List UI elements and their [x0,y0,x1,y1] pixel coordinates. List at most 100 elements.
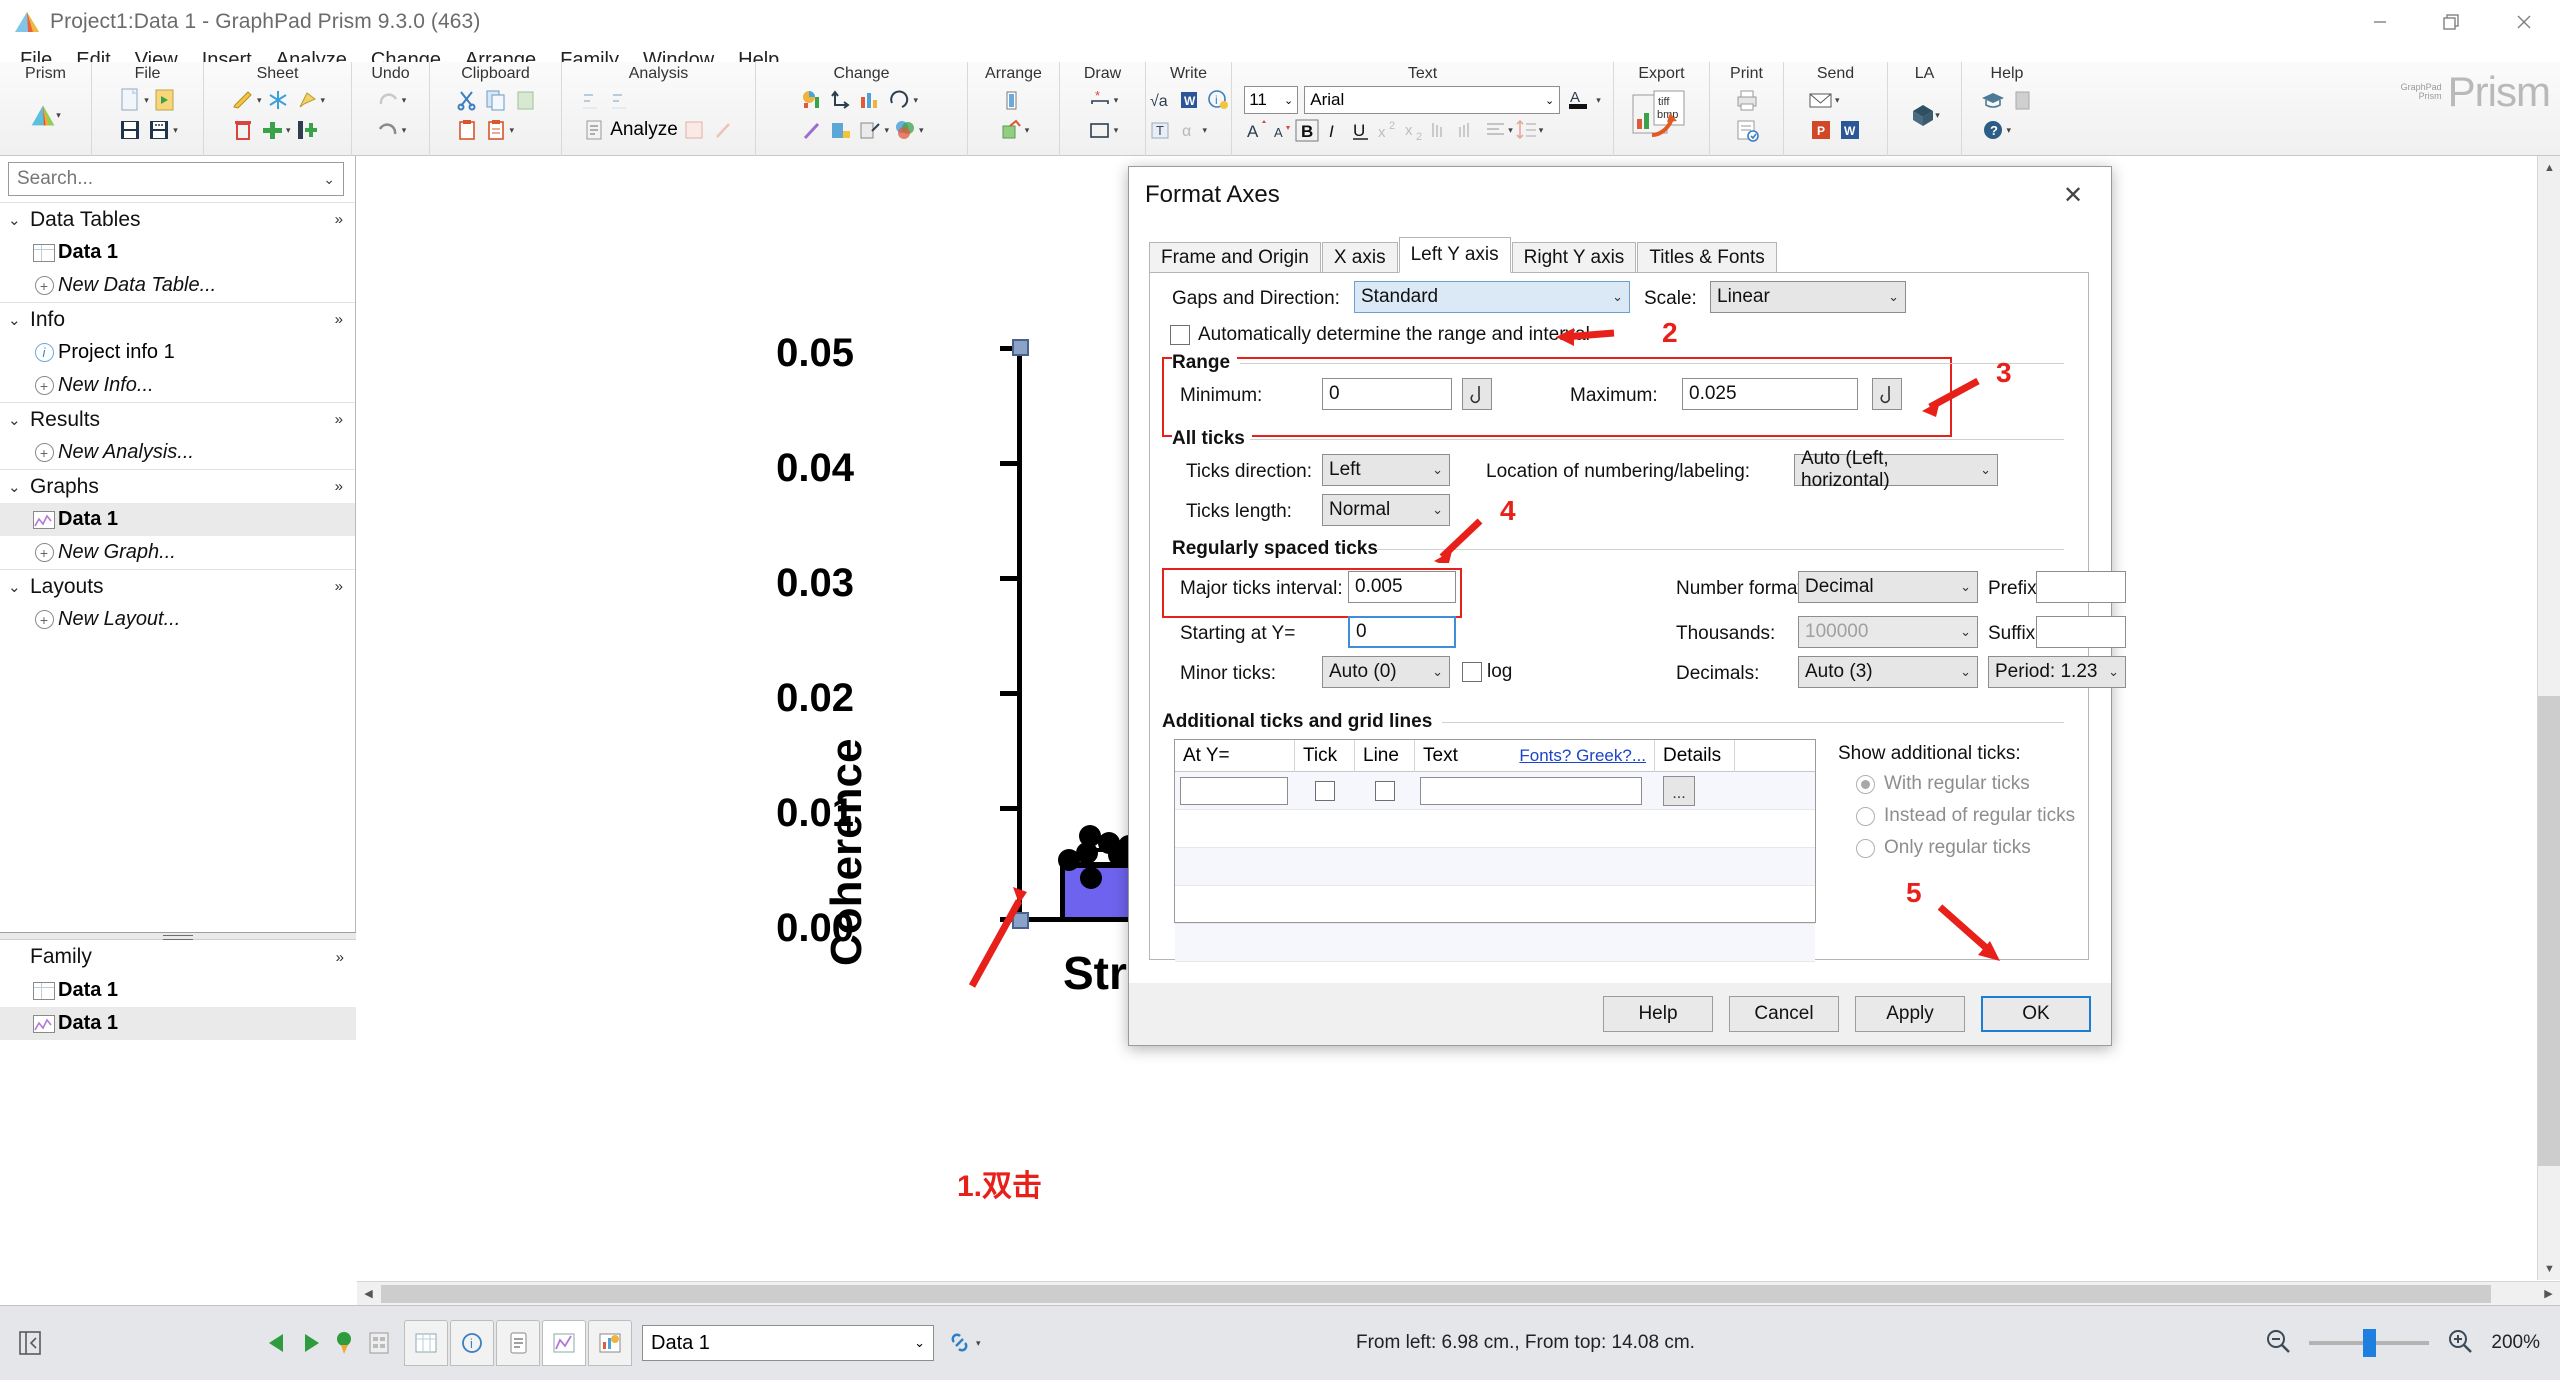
row-tick-checkbox[interactable] [1315,780,1335,801]
horizontal-scrollbar[interactable]: ◀ ▶ [357,1281,2560,1305]
new-file-icon[interactable] [117,88,143,112]
sidebar-section-results[interactable]: ⌄ Results » [0,402,355,436]
pin-caret-icon[interactable]: ▾ [321,95,326,106]
text-box-icon[interactable]: T [1147,118,1173,142]
additional-ticks-row[interactable] [1175,810,1815,848]
number-format-combo[interactable]: Decimal ⌄ [1798,571,1978,603]
zoom-slider[interactable] [2309,1329,2430,1357]
resize-graph-icon[interactable] [857,118,883,142]
chevron-down-icon[interactable]: ⌄ [8,311,30,329]
graduation-cap-icon[interactable] [1980,88,2006,112]
link-caret-icon[interactable]: ▾ [976,1338,981,1349]
highlighter-icon[interactable] [230,88,256,112]
change-colors-icon[interactable] [828,118,854,142]
gaps-direction-combo[interactable]: Standard ⌄ [1354,281,1630,313]
zoom-in-icon[interactable] [2447,1328,2473,1359]
chevron-down-icon[interactable]: ⌄ [1960,664,1971,680]
additional-ticks-table[interactable]: At Y= Tick Line Text Fonts? Greek?... De… [1174,739,1816,962]
asterisk-caret-icon[interactable]: ▾ [1114,95,1119,106]
chevron-down-icon[interactable]: ⌄ [8,211,30,229]
major-ticks-interval-input[interactable]: 0.005 [1348,571,1456,603]
font-size-combo[interactable]: 11 ⌄ [1244,86,1299,114]
sidebar-item-project-info-1[interactable]: i Project info 1 [0,336,355,369]
increase-font-icon[interactable]: A [1244,118,1270,142]
sheet-tab-info[interactable]: i [450,1320,494,1366]
change-bars-icon[interactable] [857,88,883,112]
maximum-input[interactable]: 0.025 [1682,378,1858,410]
insert-column-icon[interactable] [294,118,320,142]
underline-icon[interactable]: U [1348,118,1374,142]
previous-sheet-button[interactable] [260,1326,294,1360]
chevron-down-icon[interactable]: ⌄ [8,578,30,596]
align-icon[interactable] [998,88,1024,112]
sidebar-item-new-graph[interactable]: + New Graph... [0,536,355,569]
chevron-down-icon[interactable]: ⌄ [1888,289,1899,305]
help-button[interactable]: Help [1603,996,1713,1032]
radio-button-icon[interactable] [1856,774,1875,794]
auto-range-row[interactable]: Automatically determine the range and in… [1170,324,1590,346]
minimum-input[interactable]: 0 [1322,378,1452,410]
sidebar-item-data-table-data-1[interactable]: Data 1 [0,236,355,269]
chevron-down-icon[interactable]: ⌄ [2108,664,2119,680]
vertical-scrollbar[interactable]: ▲ ▼ [2537,156,2560,1280]
add-sheet-icon[interactable] [259,118,285,142]
chevron-down-icon[interactable]: ⌄ [323,171,335,188]
tab-left-y-axis[interactable]: Left Y axis [1398,237,1511,273]
save-as-icon[interactable] [146,118,172,142]
axis-handle-top[interactable] [1012,339,1029,356]
email-caret-icon[interactable]: ▾ [1835,95,1840,106]
expand-more-icon[interactable]: » [335,211,343,228]
sidebar-item-new-data-table[interactable]: + New Data Table... [0,269,355,302]
greek-alpha-icon[interactable]: α [1176,118,1202,142]
arrange-caret-icon[interactable]: ▾ [1025,125,1030,136]
freeze-icon[interactable] [265,88,291,112]
italic-icon[interactable]: I [1321,118,1347,142]
next-sheet-button[interactable] [294,1326,328,1360]
family-item-graph[interactable]: Data 1 [0,1007,356,1040]
search-input[interactable]: Search... ⌄ [8,162,344,196]
expand-more-icon[interactable]: » [335,311,343,328]
cut-icon[interactable] [454,88,480,112]
additional-ticks-row[interactable] [1175,886,1815,924]
link-icon[interactable] [944,1326,978,1360]
decimals-combo[interactable]: Auto (3) ⌄ [1798,656,1978,688]
magic-wand-icon[interactable] [799,118,825,142]
analyze-icon[interactable] [581,118,607,142]
fonts-greek-link[interactable]: Fonts? Greek?... [1519,746,1646,766]
location-numbering-combo[interactable]: Auto (Left, horizontal) ⌄ [1794,448,1998,491]
shape-caret-icon[interactable]: ▾ [1114,125,1119,136]
print-preview-icon[interactable] [1734,118,1760,142]
la-cube-icon[interactable] [1909,103,1935,127]
sheet-selector-combo[interactable]: Data 1 ⌄ [642,1325,934,1361]
question-help-icon[interactable]: ? [1980,118,2006,142]
find-sheet-button[interactable] [328,1326,362,1360]
zoom-out-icon[interactable] [2265,1328,2291,1359]
row-text-input[interactable] [1420,776,1642,805]
tab-frame-and-origin[interactable]: Frame and Origin [1149,242,1321,273]
scale-combo[interactable]: Linear ⌄ [1710,281,1906,313]
expand-more-icon[interactable]: » [336,949,344,966]
minimum-hook-button[interactable] [1462,378,1492,410]
chevron-down-icon[interactable]: ⌄ [1432,664,1443,680]
vertical-scroll-thumb[interactable] [2538,696,2560,1166]
font-color-icon[interactable]: A [1566,88,1592,112]
tab-titles-and-fonts[interactable]: Titles & Fonts [1637,242,1777,273]
auto-range-checkbox[interactable] [1170,325,1190,345]
expand-more-icon[interactable]: » [335,411,343,428]
radio-only-regular-ticks[interactable]: Only regular ticks [1856,837,2031,859]
sidebar-section-info[interactable]: ⌄ Info » [0,302,355,336]
sqrt-icon[interactable]: √a [1147,88,1173,112]
transpose-icon[interactable] [828,88,854,112]
paste-special-icon[interactable] [512,88,538,112]
sidebar-section-data-tables[interactable]: ⌄ Data Tables » [0,202,355,236]
sidebar-item-new-info[interactable]: + New Info... [0,369,355,402]
close-icon[interactable]: ✕ [2051,173,2095,217]
font-family-caret-icon[interactable]: ⌄ [1545,94,1554,107]
format-axes-dialog[interactable]: Format Axes ✕ Frame and Origin X axis Le… [1128,166,2126,1046]
add-info-icon[interactable]: i [1205,88,1231,112]
chevron-down-icon[interactable]: ⌄ [914,1335,925,1351]
chevron-down-icon[interactable]: ⌄ [1432,462,1443,478]
zoom-slider-handle[interactable] [2363,1329,2377,1357]
rectangle-shape-icon[interactable] [1087,118,1113,142]
sheet-tab-layouts[interactable] [588,1320,632,1366]
